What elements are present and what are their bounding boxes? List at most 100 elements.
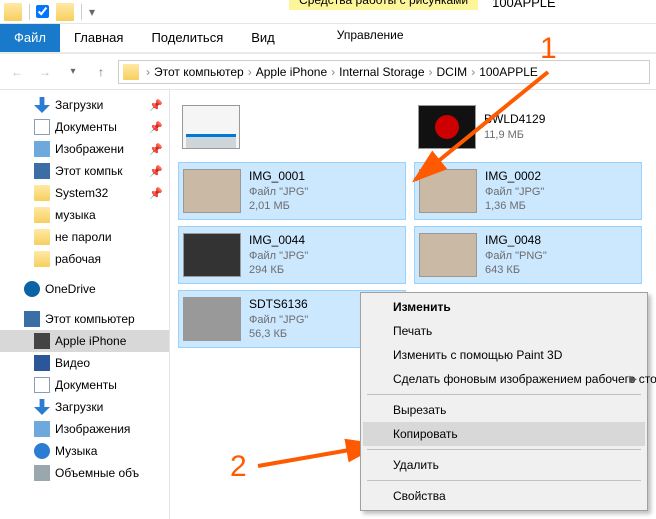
context-menu-item[interactable]: Изменить с помощью Paint 3D (363, 343, 645, 367)
address-bar[interactable]: › Этот компьютер › Apple iPhone › Intern… (118, 60, 650, 84)
file-thumbnail (183, 169, 241, 213)
file-tile[interactable]: IMG_0002 Файл "JPG" 1,36 МБ (414, 162, 642, 220)
onedrive-icon (24, 281, 40, 297)
file-type: Файл "JPG" (249, 313, 308, 327)
sidebar-item-icon (34, 377, 50, 393)
sidebar-thispc-item[interactable]: Музыка (0, 440, 169, 462)
share-tab[interactable]: Поделиться (137, 24, 237, 52)
sidebar-thispc-item[interactable]: Видео (0, 352, 169, 374)
sidebar-item-label: Этот компьютер (45, 312, 135, 326)
pin-icon: 📌 (149, 99, 163, 112)
sidebar-item-label: рабочая (55, 252, 101, 266)
nav-back-button[interactable]: ← (6, 61, 28, 83)
sidebar-onedrive[interactable]: OneDrive (0, 278, 169, 300)
breadcrumb-segment[interactable]: Internal Storage (337, 65, 426, 79)
window-title: 100APPLE (478, 0, 570, 10)
chevron-right-icon[interactable]: › (246, 65, 254, 79)
file-tab[interactable]: Файл (0, 24, 60, 52)
chevron-right-icon[interactable]: › (144, 65, 152, 79)
sidebar-item-label: Документы (55, 120, 117, 134)
sidebar-quick-item[interactable]: не пароли (0, 226, 169, 248)
app-icon (4, 3, 22, 21)
file-size: 2,01 МБ (249, 199, 308, 213)
qat-folder-icon[interactable] (56, 3, 74, 21)
context-menu-label: Сделать фоновым изображением рабочего ст… (393, 372, 656, 386)
sidebar-thispc-item[interactable]: Apple iPhone (0, 330, 169, 352)
sidebar-item-label: Загрузки (55, 400, 103, 414)
sidebar-item-label: не пароли (55, 230, 112, 244)
qat-dropdown-icon[interactable]: ▾ (85, 5, 99, 19)
chevron-right-icon[interactable]: › (427, 65, 435, 79)
context-menu-label: Копировать (393, 427, 458, 441)
context-menu-item[interactable]: Вырезать (363, 398, 645, 422)
pin-icon: 📌 (149, 143, 163, 156)
context-menu-item[interactable]: Печать (363, 319, 645, 343)
sidebar-thispc-item[interactable]: Документы (0, 374, 169, 396)
file-size: 294 КБ (249, 263, 308, 277)
sidebar-item-icon (34, 119, 50, 135)
context-menu-item[interactable]: Изменить (363, 295, 645, 319)
file-name: IMG_0001 (249, 169, 308, 185)
file-tile[interactable]: BWLD4129 11,9 МБ (414, 98, 642, 156)
file-tile[interactable]: IMG_0044 Файл "JPG" 294 КБ (178, 226, 406, 284)
file-tile[interactable] (178, 98, 406, 156)
sidebar-quick-item[interactable]: System32 📌 (0, 182, 169, 204)
manage-tab[interactable]: Управление (319, 24, 422, 52)
file-size: 56,3 КБ (249, 327, 308, 341)
address-folder-icon (123, 64, 139, 80)
view-tab[interactable]: Вид (237, 24, 289, 52)
home-tab[interactable]: Главная (60, 24, 137, 52)
quick-access-toolbar: ▾ Средства работы с рисунками 100APPLE (0, 0, 656, 24)
annotation-number-2: 2 (230, 450, 247, 484)
context-menu-item[interactable]: Сделать фоновым изображением рабочего ст… (363, 367, 645, 391)
nav-up-button[interactable]: ↑ (90, 61, 112, 83)
file-tile[interactable]: IMG_0001 Файл "JPG" 2,01 МБ (178, 162, 406, 220)
file-name: IMG_0002 (485, 169, 544, 185)
sidebar-quick-item[interactable]: Изображени 📌 (0, 138, 169, 160)
sidebar-thispc-item[interactable]: Изображения (0, 418, 169, 440)
sidebar-item-label: Музыка (55, 444, 97, 458)
breadcrumb-segment[interactable]: Apple iPhone (254, 65, 329, 79)
chevron-right-icon[interactable]: › (329, 65, 337, 79)
sidebar-quick-item[interactable]: Этот компьк 📌 (0, 160, 169, 182)
sidebar-item-icon (34, 229, 50, 245)
chevron-right-icon[interactable]: › (469, 65, 477, 79)
sidebar-item-label: Загрузки (55, 98, 103, 112)
sidebar-quick-item[interactable]: Загрузки 📌 (0, 94, 169, 116)
file-type: Файл "JPG" (249, 249, 308, 263)
navigation-bar: ← → ▾ ↑ › Этот компьютер › Apple iPhone … (0, 54, 656, 90)
sidebar-quick-item[interactable]: музыка (0, 204, 169, 226)
context-menu-item[interactable]: Удалить (363, 453, 645, 477)
sidebar-item-label: музыка (55, 208, 96, 222)
breadcrumb-segment[interactable]: Этот компьютер (152, 65, 246, 79)
context-menu-item[interactable]: Свойства (363, 484, 645, 508)
sidebar-this-pc[interactable]: Этот компьютер (0, 308, 169, 330)
pin-icon: 📌 (149, 165, 163, 178)
sidebar-item-label: Документы (55, 378, 117, 392)
file-name: IMG_0048 (485, 233, 547, 249)
sidebar-quick-item[interactable]: Документы 📌 (0, 116, 169, 138)
sidebar-thispc-item[interactable]: Загрузки (0, 396, 169, 418)
file-tile[interactable]: IMG_0048 Файл "PNG" 643 КБ (414, 226, 642, 284)
nav-forward-button[interactable]: → (34, 61, 56, 83)
context-menu-label: Свойства (393, 489, 446, 503)
sidebar-item-label: System32 (55, 186, 108, 200)
qat-separator (29, 4, 30, 20)
nav-recent-dropdown[interactable]: ▾ (62, 61, 84, 83)
file-thumbnail (183, 297, 241, 341)
navigation-pane: Загрузки 📌 Документы 📌 Изображени 📌 Этот… (0, 90, 170, 519)
annotation-number-1: 1 (540, 32, 557, 66)
sidebar-thispc-item[interactable]: Объемные объ (0, 462, 169, 484)
context-menu-item[interactable]: Копировать (363, 422, 645, 446)
context-menu-separator (367, 394, 641, 395)
sidebar-item-icon (34, 207, 50, 223)
sidebar-item-icon (34, 333, 50, 349)
sidebar-item-icon (34, 355, 50, 371)
sidebar-item-icon (34, 97, 50, 113)
sidebar-item-label: Объемные объ (55, 466, 139, 480)
breadcrumb-segment[interactable]: 100APPLE (477, 65, 540, 79)
sidebar-quick-item[interactable]: рабочая (0, 248, 169, 270)
qat-checkbox-1[interactable] (36, 5, 49, 18)
sidebar-item-label: Изображения (55, 422, 130, 436)
breadcrumb-segment[interactable]: DCIM (435, 65, 470, 79)
